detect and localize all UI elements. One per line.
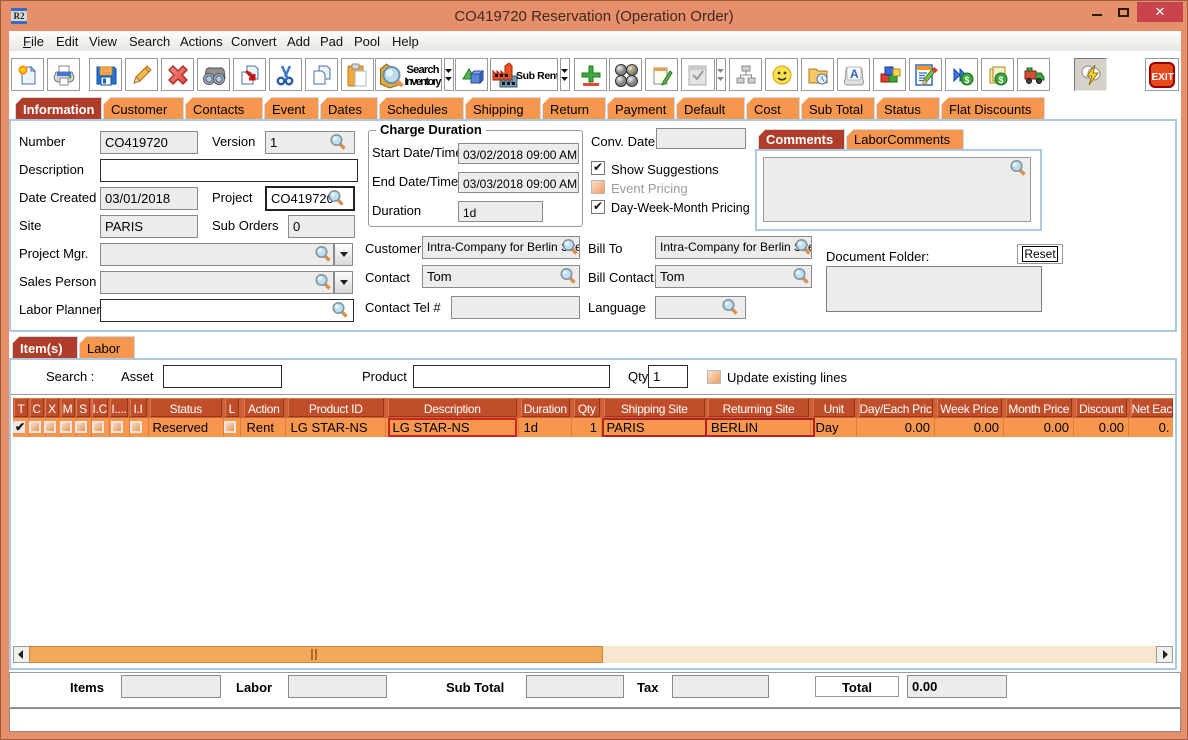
svg-text:A: A	[850, 67, 859, 81]
svg-text:EXIT: EXIT	[1152, 72, 1174, 83]
svg-text:?: ?	[629, 64, 635, 76]
svg-text:Sub Rent: Sub Rent	[516, 70, 557, 82]
svg-text:$: $	[964, 75, 969, 85]
svg-text:Inventory: Inventory	[404, 76, 441, 88]
svg-text:$: $	[998, 75, 1003, 85]
svg-text:Search: Search	[406, 64, 439, 76]
